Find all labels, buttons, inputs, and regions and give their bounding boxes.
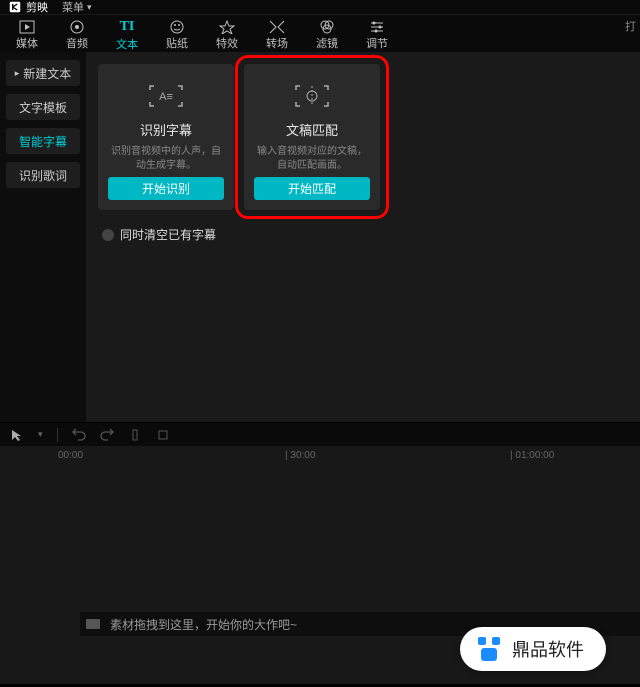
card-desc: 识别音视频中的人声，自动生成字幕。 — [108, 145, 224, 173]
sidebar: 新建文本 文字模板 智能字幕 识别歌词 — [0, 52, 86, 422]
crop-icon[interactable] — [156, 428, 170, 442]
tab-label: 音频 — [66, 35, 88, 51]
tab-label: 文本 — [116, 36, 138, 52]
ruler-tick: | 01:00:00 — [510, 450, 554, 461]
card-script-match: 文稿匹配 输入音视频对应的文稿，自动匹配画面。 开始匹配 — [244, 64, 380, 210]
transition-icon — [269, 20, 285, 34]
sticker-icon — [169, 20, 185, 34]
tab-audio[interactable]: 音频 — [62, 19, 92, 52]
card-title: 识别字幕 — [140, 120, 192, 139]
sidebar-item-smart-subtitle[interactable]: 智能字幕 — [6, 128, 80, 154]
tab-sticker[interactable]: 贴纸 — [162, 19, 192, 52]
checkbox-icon — [102, 229, 114, 241]
filter-icon — [319, 20, 335, 34]
tab-label: 转场 — [266, 35, 288, 51]
tab-media[interactable]: 媒体 — [12, 19, 42, 52]
tab-transition[interactable]: 转场 — [262, 19, 292, 52]
sidebar-item-lyrics[interactable]: 识别歌词 — [6, 162, 80, 188]
tab-label: 媒体 — [16, 35, 38, 51]
audio-icon — [69, 20, 85, 34]
timeline-toolbar: ▾ — [0, 422, 640, 446]
content-area: A≡ 识别字幕 识别音视频中的人声，自动生成字幕。 开始识别 文稿匹配 输入音视… — [86, 52, 640, 422]
track-hint: 素材拖拽到这里，开始你的大作吧~ — [110, 616, 297, 633]
undo-icon[interactable] — [72, 428, 86, 442]
adjust-icon — [369, 20, 385, 34]
tab-adjust[interactable]: 调节 — [362, 19, 392, 52]
card-title: 文稿匹配 — [286, 120, 338, 139]
toolbar-right-label: 打 — [625, 18, 636, 34]
tab-label: 滤镜 — [316, 35, 338, 51]
watermark-text: 鼎品软件 — [512, 636, 584, 662]
subtitle-icon: A≡ — [146, 82, 186, 110]
clear-subtitle-checkbox[interactable]: 同时清空已有字幕 — [98, 226, 628, 243]
script-match-icon — [292, 82, 332, 110]
watermark-logo-icon — [474, 634, 504, 664]
ruler-tick: 00:00 — [58, 450, 83, 461]
sidebar-item-text-template[interactable]: 文字模板 — [6, 94, 80, 120]
ruler-tick: | 30:00 — [285, 450, 315, 461]
media-icon — [19, 20, 35, 34]
split-icon[interactable] — [128, 428, 142, 442]
chevron-down-icon[interactable]: ▾ — [38, 429, 43, 440]
tab-label: 特效 — [216, 35, 238, 51]
titlebar: 剪映 菜单 — [0, 0, 640, 14]
ruler[interactable]: 00:00 | 30:00 | 01:00:00 — [0, 446, 640, 464]
separator — [57, 428, 58, 442]
app-logo-icon — [8, 1, 22, 13]
text-icon: TI — [120, 19, 135, 35]
tab-text[interactable]: TI 文本 — [112, 19, 142, 52]
tab-label: 调节 — [366, 35, 388, 51]
start-recognize-button[interactable]: 开始识别 — [108, 177, 224, 200]
pointer-icon[interactable] — [10, 428, 24, 442]
clip-icon — [86, 619, 100, 629]
tab-effects[interactable]: 特效 — [212, 19, 242, 52]
menu-button[interactable]: 菜单 — [62, 0, 92, 15]
card-desc: 输入音视频对应的文稿，自动匹配画面。 — [254, 145, 370, 173]
svg-text:A≡: A≡ — [159, 91, 173, 103]
tab-filter[interactable]: 滤镜 — [312, 19, 342, 52]
main-area: 新建文本 文字模板 智能字幕 识别歌词 A≡ 识别字幕 识别音视频中的人声，自动… — [0, 52, 640, 422]
main-toolbar: 媒体 音频 TI 文本 贴纸 特效 转场 滤镜 调节 打 — [0, 14, 640, 52]
app-name: 剪映 — [26, 0, 48, 15]
tab-label: 贴纸 — [166, 35, 188, 51]
card-recognize-subtitle: A≡ 识别字幕 识别音视频中的人声，自动生成字幕。 开始识别 — [98, 64, 234, 210]
redo-icon[interactable] — [100, 428, 114, 442]
start-match-button[interactable]: 开始匹配 — [254, 177, 370, 200]
effects-icon — [219, 20, 235, 34]
checkbox-label: 同时清空已有字幕 — [120, 226, 216, 243]
sidebar-item-new-text[interactable]: 新建文本 — [6, 60, 80, 86]
watermark: 鼎品软件 — [460, 627, 606, 671]
